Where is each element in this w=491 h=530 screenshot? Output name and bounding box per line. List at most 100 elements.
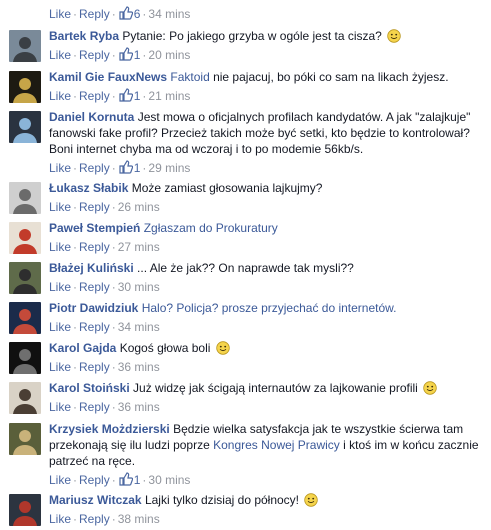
avatar[interactable] [9, 182, 41, 214]
comment-author[interactable]: Daniel Kornuta [49, 110, 134, 124]
like-link[interactable]: Like [49, 89, 71, 103]
comment-body: Łukasz Słabik Może zamiast głosowania la… [49, 180, 485, 196]
comment-text: ... Ale że jak?? On naprawde tak mysli?? [137, 261, 354, 275]
like-count[interactable]: 1 [118, 88, 140, 103]
avatar[interactable] [9, 382, 41, 414]
separator: · [142, 89, 147, 103]
reply-link[interactable]: Reply [79, 360, 110, 374]
avatar[interactable] [9, 262, 41, 294]
comment: Bartek Ryba Pytanie: Po jakiego grzyba w… [0, 28, 491, 66]
separator: · [111, 89, 116, 103]
like-link[interactable]: Like [49, 48, 71, 62]
separator: · [111, 400, 116, 414]
reply-link[interactable]: Reply [79, 89, 110, 103]
comment-meta: Like · Reply · 30 mins [49, 279, 160, 295]
separator: · [111, 360, 116, 374]
like-link[interactable]: Like [49, 280, 71, 294]
comment-text: Kogoś głowa boli [119, 341, 211, 355]
thumbs-up-icon [119, 88, 133, 102]
comment-author[interactable]: Łukasz Słabik [49, 181, 128, 195]
comment-author[interactable]: Kamil Gie FauxNews [49, 70, 167, 84]
comment-time[interactable]: 30 mins [118, 280, 160, 294]
avatar[interactable] [9, 342, 41, 374]
comment-time[interactable]: 38 mins [118, 512, 160, 526]
reply-link[interactable]: Reply [79, 48, 110, 62]
reply-link[interactable]: Reply [79, 473, 110, 487]
separator: · [73, 512, 78, 526]
separator: · [142, 48, 147, 62]
comment-author[interactable]: Piotr Dawidziuk [49, 301, 138, 315]
like-link[interactable]: Like [49, 473, 71, 487]
smiley-emoji-icon [423, 381, 437, 395]
comment-author[interactable]: Bartek Ryba [49, 29, 119, 43]
like-link[interactable]: Like [49, 240, 71, 254]
like-link[interactable]: Like [49, 200, 71, 214]
like-link[interactable]: Like [49, 512, 71, 526]
like-count[interactable]: 1 [118, 47, 140, 62]
comment-author[interactable]: Karol Stoiński [49, 381, 130, 395]
like-link[interactable]: Like [49, 7, 71, 21]
reply-link[interactable]: Reply [79, 320, 110, 334]
separator: · [73, 48, 78, 62]
reply-link[interactable]: Reply [79, 200, 110, 214]
mention-link[interactable]: Faktoid [170, 70, 209, 84]
comment-meta: Like · Reply · 27 mins [49, 239, 160, 255]
reply-link[interactable]: Reply [79, 512, 110, 526]
comment-author[interactable]: Paweł Stempień [49, 221, 140, 235]
comment-time[interactable]: 26 mins [118, 200, 160, 214]
avatar[interactable] [9, 494, 41, 526]
reply-link[interactable]: Reply [79, 161, 110, 175]
comment-time[interactable]: 34 mins [118, 320, 160, 334]
comment-body: Daniel Kornuta Jest mowa o oficjalnych p… [49, 109, 485, 157]
comment-author[interactable]: Krzysiek Możdzierski [49, 422, 170, 436]
comment: Paweł Stempień Zgłaszam do Prokuratury Li… [0, 220, 491, 258]
reply-link[interactable]: Reply [79, 240, 110, 254]
comment-meta: Like · Reply · 36 mins [49, 359, 160, 375]
mention-link[interactable]: Kongres Nowej Prawicy [213, 438, 340, 452]
avatar[interactable] [9, 423, 41, 455]
like-count[interactable]: 1 [118, 160, 140, 175]
comment-time[interactable]: 30 mins [148, 473, 190, 487]
avatar[interactable] [9, 222, 41, 254]
separator: · [111, 280, 116, 294]
comment-time[interactable]: 20 mins [148, 48, 190, 62]
comment-time[interactable]: 27 mins [118, 240, 160, 254]
comment-meta: Like · Reply · 36 mins [49, 399, 160, 415]
mention-link[interactable]: Halo? Policja? prosze przyjechać do inte… [142, 301, 397, 315]
reply-link[interactable]: Reply [79, 280, 110, 294]
separator: · [111, 473, 116, 487]
comment-author[interactable]: Karol Gajda [49, 341, 116, 355]
avatar[interactable] [9, 111, 41, 143]
like-link[interactable]: Like [49, 400, 71, 414]
avatar[interactable] [9, 302, 41, 334]
like-link[interactable]: Like [49, 161, 71, 175]
separator: · [111, 240, 116, 254]
like-count[interactable]: 6 [118, 6, 140, 21]
like-link[interactable]: Like [49, 320, 71, 334]
comment: Błażej Kuliński ... Ale że jak?? On napr… [0, 260, 491, 298]
comment-time[interactable]: 34 mins [148, 7, 190, 21]
reply-link[interactable]: Reply [79, 7, 110, 21]
comment-time[interactable]: 36 mins [118, 400, 160, 414]
like-count[interactable]: 1 [118, 472, 140, 487]
comment-body: Krzysiek Możdzierski Będzie wielka satys… [49, 421, 485, 469]
comment-time[interactable]: 29 mins [148, 161, 190, 175]
smiley-emoji-icon [216, 341, 230, 355]
comment: Karol Stoiński Już widzę jak ścigają int… [0, 380, 491, 418]
comment-time[interactable]: 21 mins [148, 89, 190, 103]
comment-text: Już widzę jak ścigają internautów za laj… [133, 381, 418, 395]
comment-time[interactable]: 36 mins [118, 360, 160, 374]
avatar[interactable] [9, 30, 41, 62]
separator: · [73, 400, 78, 414]
thumbs-up-icon [119, 6, 133, 20]
separator: · [73, 89, 78, 103]
mention-link[interactable]: Zgłaszam do Prokuratury [144, 221, 278, 235]
like-link[interactable]: Like [49, 360, 71, 374]
reply-link[interactable]: Reply [79, 400, 110, 414]
comment-text: Lajki tylko dzisiaj do północy! [144, 493, 300, 507]
comment-meta: Like · Reply · 38 mins [49, 511, 160, 527]
avatar[interactable] [9, 71, 41, 103]
comment-author[interactable]: Mariusz Witczak [49, 493, 142, 507]
comment: Piotr Dawidziuk Halo? Policja? prosze pr… [0, 300, 491, 338]
comment-author[interactable]: Błażej Kuliński [49, 261, 134, 275]
